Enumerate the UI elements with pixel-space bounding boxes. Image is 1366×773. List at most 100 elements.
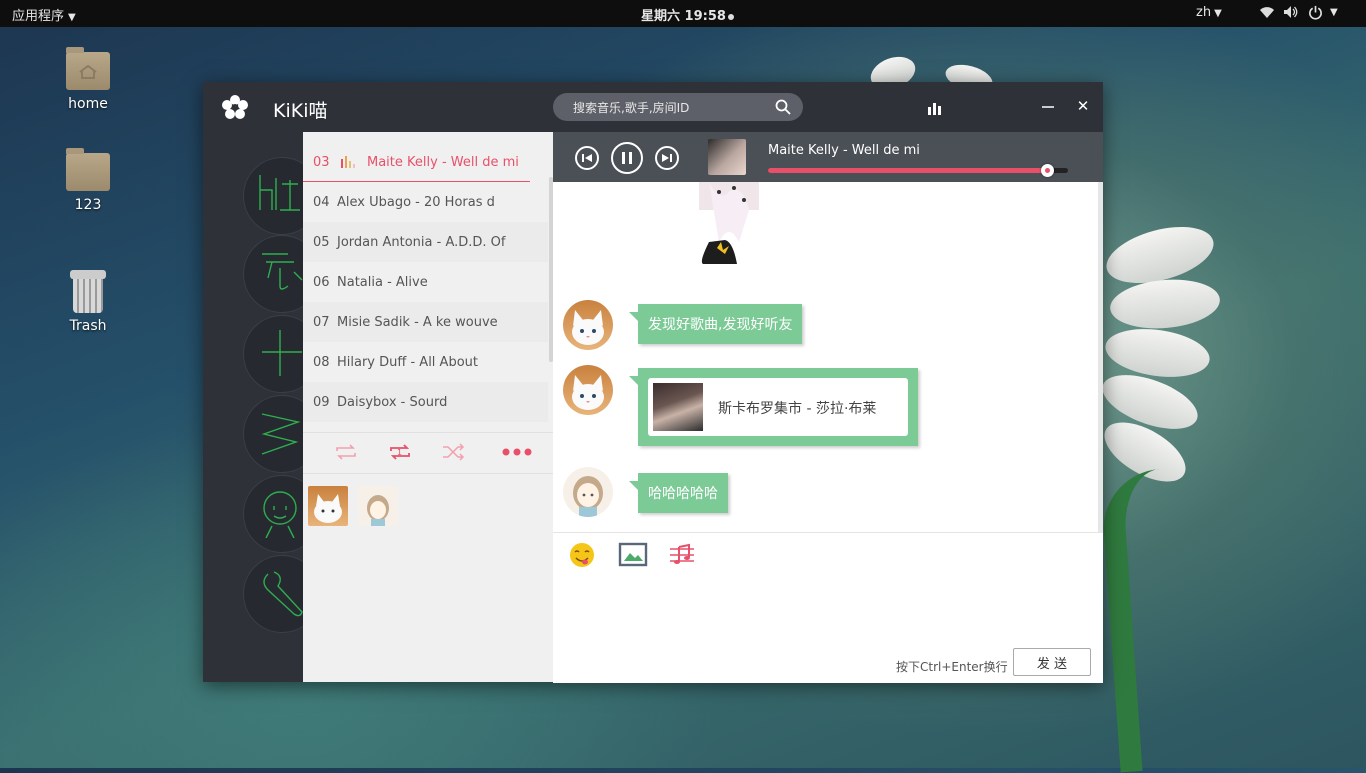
pause-button[interactable] — [611, 142, 643, 174]
avatar[interactable] — [358, 486, 398, 526]
song-title: Jordan Antonia - A.D.D. Of — [337, 235, 506, 250]
dancing-sticker-image — [699, 182, 759, 264]
repeat-all-icon[interactable] — [333, 441, 359, 463]
desktop-icon-trash[interactable]: Trash — [48, 270, 128, 334]
volume-icon[interactable] — [1282, 3, 1300, 21]
chevron-down-icon: ▼ — [68, 12, 76, 23]
notification-dot-icon — [727, 13, 734, 20]
desktop-icon-home[interactable]: home — [48, 47, 128, 112]
applications-menu[interactable]: 应用程序 ▼ — [12, 5, 76, 24]
flower-stem — [1099, 467, 1203, 773]
song-number: 08 — [313, 355, 330, 370]
avatar[interactable] — [563, 300, 613, 350]
clock[interactable]: 星期六 19:58 — [641, 5, 734, 24]
song-title: Daisybox - Sourd — [337, 395, 448, 410]
input-method-menu[interactable]: zh ▼ — [1196, 5, 1222, 20]
clock-text: 星期六 19:58 — [641, 9, 726, 24]
song-title: Natalia - Alive — [337, 275, 428, 290]
app-title: KiKi喵 — [273, 100, 328, 122]
shared-song-card[interactable]: 斯卡布罗集市 - 莎拉·布莱 — [629, 368, 918, 446]
progress-fill — [768, 168, 1047, 173]
shared-song-title: 斯卡布罗集市 - 莎拉·布莱 — [718, 401, 877, 417]
song-title: Maite Kelly - Well de mi — [367, 155, 519, 170]
sidebar-nav — [203, 132, 303, 682]
flower-logo-icon — [222, 95, 248, 119]
chat-panel: 发现好歌曲,发现好听友 斯卡布罗集市 - 莎拉·布莱 哈哈哈哈哈 Maite K… — [553, 132, 1103, 683]
avatar[interactable] — [563, 365, 613, 415]
top-panel: 应用程序 ▼ 星期六 19:58 zh ▼ ▼ — [0, 0, 1366, 27]
title-bar[interactable]: KiKi喵 ✕ — [203, 82, 1103, 132]
petal — [1108, 275, 1222, 333]
song-item[interactable]: 07 Misie Sadik - A ke wouve — [303, 302, 548, 342]
song-item[interactable]: 04 Alex Ubago - 20 Horas d — [303, 182, 548, 222]
folder-home-icon — [66, 47, 110, 90]
close-button[interactable]: ✕ — [1075, 97, 1091, 115]
petal — [1102, 322, 1213, 384]
chevron-down-icon: ▼ — [1214, 8, 1222, 19]
applications-menu-label: 应用程序 — [12, 9, 65, 24]
song-item-active[interactable]: 03 Maite Kelly - Well de mi — [303, 142, 548, 182]
system-tray[interactable]: ▼ — [1258, 3, 1338, 21]
send-button[interactable]: 发 送 — [1013, 648, 1091, 676]
album-art[interactable] — [708, 139, 746, 175]
language-label: zh — [1196, 5, 1212, 20]
more-icon[interactable] — [501, 441, 535, 463]
folder-icon — [66, 148, 110, 191]
sidebar-circle[interactable] — [243, 315, 303, 393]
repeat-one-icon[interactable]: 1 — [387, 441, 413, 463]
song-title: Misie Sadik - A ke wouve — [337, 315, 498, 330]
image-icon[interactable] — [618, 541, 648, 569]
song-number: 04 — [313, 195, 330, 210]
song-item[interactable]: 08 Hilary Duff - All About — [303, 342, 548, 382]
search-icon[interactable] — [775, 99, 791, 115]
desktop-icon-folder[interactable]: 123 — [48, 148, 128, 213]
playlist-panel: 03 Maite Kelly - Well de mi 04 Alex Ubag… — [303, 132, 553, 682]
song-title: Hilary Duff - All About — [337, 355, 478, 370]
wifi-icon[interactable] — [1258, 3, 1276, 21]
sidebar-circle[interactable] — [243, 395, 303, 473]
power-icon[interactable] — [1306, 3, 1324, 21]
song-item[interactable]: 09 Daisybox - Sourd — [303, 382, 548, 422]
sidebar-circle[interactable] — [243, 475, 303, 553]
desktop-icon-label: 123 — [74, 197, 102, 213]
minimize-button[interactable] — [1040, 98, 1056, 114]
play-mode-bar: 1 — [303, 432, 553, 474]
compose-area: 按下Ctrl+Enter换行 发 送 — [553, 532, 1103, 683]
equalizer-icon[interactable] — [926, 100, 942, 116]
avatar[interactable] — [563, 467, 613, 517]
sidebar-circle[interactable] — [243, 157, 303, 235]
app-window: KiKi喵 ✕ 03 — [203, 82, 1103, 683]
message-list: 发现好歌曲,发现好听友 斯卡布罗集市 - 莎拉·布莱 哈哈哈哈哈 — [553, 182, 1098, 532]
album-thumbnail — [653, 383, 703, 431]
song-number: 05 — [313, 235, 330, 250]
send-hint: 按下Ctrl+Enter换行 — [896, 660, 1008, 674]
chevron-down-icon[interactable]: ▼ — [1330, 7, 1338, 18]
now-playing-title: Maite Kelly - Well de mi — [768, 143, 920, 158]
desktop-icon-label: home — [68, 96, 108, 112]
sidebar-circle[interactable] — [243, 235, 303, 313]
sidebar-circle[interactable] — [243, 555, 303, 633]
shuffle-icon[interactable] — [441, 441, 467, 463]
emoji-icon[interactable] — [567, 541, 597, 569]
next-button[interactable] — [655, 146, 679, 170]
chat-bubble: 哈哈哈哈哈 — [629, 473, 728, 513]
previous-button[interactable] — [575, 146, 599, 170]
message-input[interactable] — [565, 577, 1089, 641]
song-number: 06 — [313, 275, 330, 290]
svg-text:1: 1 — [397, 448, 402, 457]
song-number: 09 — [313, 395, 330, 410]
trash-icon — [70, 270, 106, 314]
search-box[interactable] — [553, 93, 803, 121]
progress-knob[interactable] — [1041, 164, 1054, 177]
music-share-icon[interactable] — [667, 541, 697, 569]
song-item[interactable]: 06 Natalia - Alive — [303, 262, 548, 302]
song-item[interactable]: 05 Jordan Antonia - A.D.D. Of — [303, 222, 548, 262]
desktop-icon-label: Trash — [69, 318, 107, 334]
song-number: 03 — [313, 155, 330, 170]
song-card: 斯卡布罗集市 - 莎拉·布莱 — [648, 378, 908, 436]
progress-bar[interactable] — [768, 164, 1068, 177]
avatar[interactable] — [308, 486, 348, 526]
search-input[interactable] — [571, 97, 765, 119]
chat-scrollbar[interactable] — [1098, 182, 1103, 532]
player-bar: Maite Kelly - Well de mi — [553, 132, 1103, 182]
